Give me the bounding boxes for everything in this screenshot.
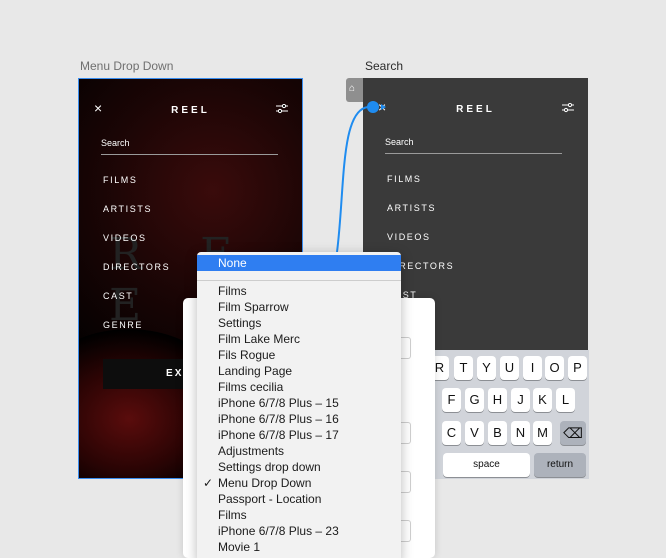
dropdown-item[interactable]: Movie 1 bbox=[197, 539, 401, 555]
dropdown-item-label: Menu Drop Down bbox=[218, 476, 312, 490]
dropdown-item[interactable]: Landing Page bbox=[197, 363, 401, 379]
dropdown-item[interactable]: iPhone 6/7/8 Plus – 17 bbox=[197, 427, 401, 443]
dropdown-item[interactable]: Fils Rogue bbox=[197, 347, 401, 363]
dropdown-item[interactable]: Film Lake Merc bbox=[197, 331, 401, 347]
dropdown-item[interactable]: iPhone 6/7/8 Plus – 23 bbox=[197, 523, 401, 539]
dropdown-item[interactable]: Settings drop down bbox=[197, 459, 401, 475]
dropdown-item[interactable]: Film Sparrow bbox=[197, 299, 401, 315]
dropdown-item[interactable]: iPhone 6/7/8 Plus – 15 bbox=[197, 395, 401, 411]
dropdown-item[interactable]: Settings bbox=[197, 315, 401, 331]
dropdown-item[interactable]: Films cecilia bbox=[197, 379, 401, 395]
dropdown-item[interactable]: Adjustments bbox=[197, 443, 401, 459]
dropdown-item-checked[interactable]: ✓ Menu Drop Down bbox=[197, 475, 401, 491]
dropdown-item[interactable]: Films bbox=[197, 507, 401, 523]
dropdown-item[interactable]: Films bbox=[197, 283, 401, 299]
target-dropdown-menu: None Films Film Sparrow Settings Film La… bbox=[197, 252, 401, 558]
dropdown-separator bbox=[197, 280, 401, 281]
checkmark-icon: ✓ bbox=[203, 476, 214, 490]
dropdown-item[interactable]: Passport - Location bbox=[197, 491, 401, 507]
dropdown-item-none[interactable]: None bbox=[197, 255, 401, 271]
dropdown-item[interactable]: iPhone 6/7/8 Plus – 16 bbox=[197, 411, 401, 427]
